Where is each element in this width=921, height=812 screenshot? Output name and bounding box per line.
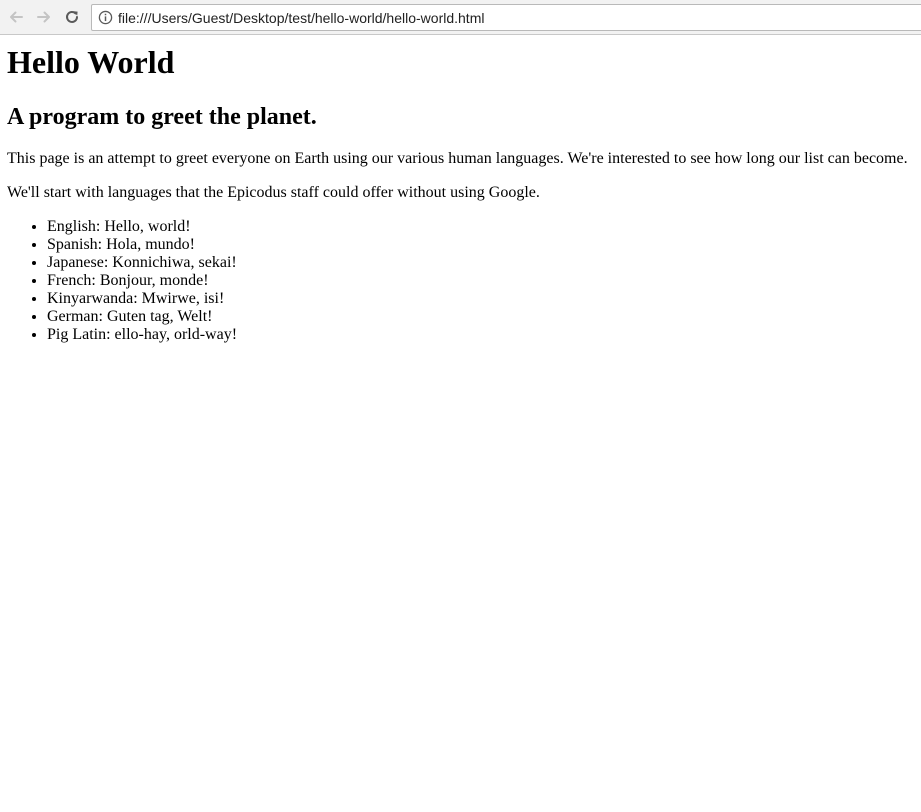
list-item: German: Guten tag, Welt! — [47, 308, 237, 326]
page-viewport: Hello World A program to greet the plane… — [0, 35, 921, 812]
url-text[interactable]: file:///Users/Guest/Desktop/test/hello-w… — [118, 10, 484, 26]
list-item: Pig Latin: ello-hay, orld-way! — [47, 326, 237, 344]
arrow-left-icon — [10, 11, 23, 23]
back-button[interactable] — [6, 7, 26, 27]
arrow-right-icon — [37, 11, 50, 23]
languages-intro-paragraph: We'll start with languages that the Epic… — [7, 184, 540, 201]
reload-icon — [66, 10, 78, 23]
forward-button[interactable] — [34, 7, 54, 27]
list-item: Japanese: Konnichiwa, sekai! — [47, 254, 237, 272]
intro-paragraph: This page is an attempt to greet everyon… — [7, 150, 908, 167]
reload-button[interactable] — [62, 7, 82, 27]
list-item: English: Hello, world! — [47, 218, 237, 236]
page-title: Hello World — [7, 44, 175, 80]
list-item: French: Bonjour, monde! — [47, 272, 237, 290]
list-item: Spanish: Hola, mundo! — [47, 236, 237, 254]
browser-toolbar: file:///Users/Guest/Desktop/test/hello-w… — [0, 0, 921, 35]
list-item: Kinyarwanda: Mwirwe, isi! — [47, 290, 237, 308]
page-subtitle: A program to greet the planet. — [7, 104, 317, 130]
address-bar[interactable]: file:///Users/Guest/Desktop/test/hello-w… — [91, 4, 921, 31]
greeting-list: English: Hello, world! Spanish: Hola, mu… — [7, 218, 237, 344]
info-icon[interactable] — [98, 10, 113, 25]
